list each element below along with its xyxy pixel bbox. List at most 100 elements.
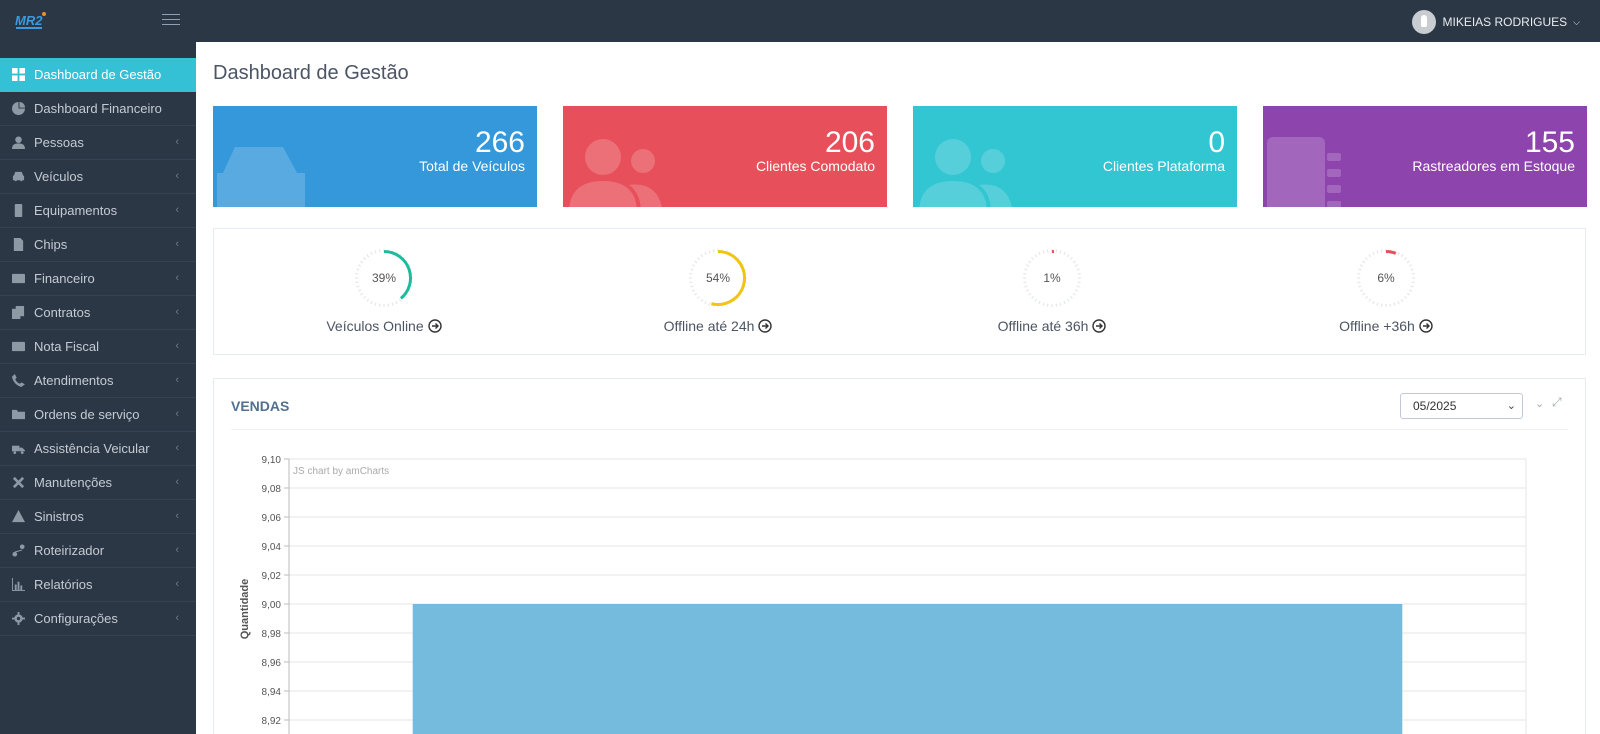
ring-tick: [1024, 268, 1028, 271]
ring-tick: [1076, 285, 1080, 288]
ring-tick: [1072, 292, 1076, 296]
ring-percent-label: 6%: [1377, 271, 1395, 285]
ring-tick: [1410, 285, 1414, 288]
card-total-veiculos[interactable]: 266 Total de Veículos: [213, 106, 537, 207]
ring-tick: [1358, 285, 1362, 288]
stat-link[interactable]: Offline até 24h: [618, 318, 818, 334]
sidebar-item-dashboard-gestao[interactable]: Dashboard de Gestão: [0, 58, 196, 92]
sidebar-item-label: Nota Fiscal: [34, 339, 100, 354]
sidebar-item-dashboard-financeiro[interactable]: Dashboard Financeiro: [0, 92, 196, 126]
ring-tick: [1406, 292, 1410, 296]
stat-veiculos-online: 39% Veículos Online: [284, 247, 484, 334]
ring-tick: [700, 298, 704, 302]
sidebar-item-relatorios[interactable]: Relatórios ‹: [0, 568, 196, 602]
progress-ring: 1%: [1023, 249, 1081, 307]
sidebar-item-label: Ordens de serviço: [34, 407, 140, 422]
ring-tick: [1038, 251, 1041, 256]
sidebar-item-atendimentos[interactable]: Atendimentos ‹: [0, 364, 196, 398]
sidebar-item-label: Pessoas: [34, 135, 84, 150]
progress-ring: 39%: [355, 249, 413, 307]
ring-tick: [1403, 257, 1407, 261]
card-label: Clientes Plataforma: [1102, 158, 1225, 174]
stat-link[interactable]: Offline até 36h: [952, 318, 1152, 334]
ring-tick: [1408, 289, 1413, 292]
ring-tick: [356, 285, 360, 288]
arrow-circle-right-icon: [1092, 319, 1107, 333]
chevron-left-icon: ‹: [175, 238, 179, 250]
stat-label: Veículos Online: [326, 318, 424, 334]
sidebar-item-manutencoes[interactable]: Manutenções ‹: [0, 466, 196, 500]
collapse-icon[interactable]: ⌄: [1535, 397, 1544, 410]
ring-tick: [374, 302, 377, 306]
phone-icon: [11, 374, 25, 388]
chevron-left-icon: ‹: [175, 612, 179, 624]
chevron-left-icon: ‹: [175, 578, 179, 590]
sidebar-item-contratos[interactable]: Contratos ‹: [0, 296, 196, 330]
stat-link[interactable]: Veículos Online: [284, 318, 484, 334]
ring-tick: [1359, 264, 1364, 267]
sidebar-item-financeiro[interactable]: Financeiro ‹: [0, 262, 196, 296]
ring-tick: [1031, 295, 1035, 299]
ring-tick: [1066, 298, 1070, 302]
card-rastreadores-estoque[interactable]: 155 Rastreadores em Estoque: [1263, 106, 1587, 207]
sidebar-item-roteirizador[interactable]: Roteirizador ‹: [0, 534, 196, 568]
stat-label: Offline até 36h: [997, 318, 1089, 334]
stat-link[interactable]: Offline +36h: [1286, 318, 1486, 334]
bar: [412, 604, 1403, 734]
sidebar-item-sinistros[interactable]: Sinistros ‹: [0, 500, 196, 534]
user-menu[interactable]: MIKEIAS RODRIGUES ⌵: [1412, 10, 1580, 34]
ring-tick: [1025, 264, 1030, 267]
sales-panel-header: VENDAS 05/2025 ⌄ ⌄ ⤢: [214, 379, 1585, 430]
chevron-left-icon: ‹: [175, 136, 179, 148]
sidebar-item-nota-fiscal[interactable]: Nota Fiscal ‹: [0, 330, 196, 364]
ring-tick: [1028, 260, 1032, 264]
chevron-left-icon: ‹: [175, 408, 179, 420]
menu-toggle-icon[interactable]: [162, 14, 180, 27]
ring-tick: [360, 292, 364, 296]
y-tick-label: 9,00: [262, 600, 282, 611]
card-clientes-comodato[interactable]: 206 Clientes Comodato: [563, 106, 887, 207]
sales-chart: 9,10 9,08 9,06 9,04 9,02 9,00 8,98 8,96 8,94 8,92…: [239, 455, 1527, 734]
sidebar-item-ordens-servico[interactable]: Ordens de serviço ‹: [0, 398, 196, 432]
users-icon: [563, 133, 663, 207]
sidebar-item-assistencia-veicular[interactable]: Assistência Veicular ‹: [0, 432, 196, 466]
card-value: 155: [1524, 126, 1575, 159]
ring-tick: [1042, 250, 1045, 254]
sidebar-item-configuracoes[interactable]: Configurações ‹: [0, 602, 196, 636]
sales-panel: VENDAS 05/2025 ⌄ ⌄ ⤢ 9,10 9,08 9,06 9,04 9,0…: [213, 378, 1586, 734]
fullscreen-icon[interactable]: ⤢: [1552, 395, 1562, 410]
card-clientes-plataforma[interactable]: 0 Clientes Plataforma: [913, 106, 1237, 207]
ring-tick: [1034, 298, 1038, 302]
sidebar-item-label: Atendimentos: [34, 373, 114, 388]
ring-tick: [1063, 300, 1066, 305]
car-icon: [11, 170, 25, 184]
document-copy-icon: [11, 306, 25, 320]
chevron-left-icon: ‹: [175, 272, 179, 284]
ring-tick: [357, 289, 362, 292]
ring-tick: [1074, 289, 1079, 292]
ring-tick: [697, 295, 701, 299]
ring-tick: [366, 254, 370, 258]
month-select[interactable]: 05/2025 ⌄: [1400, 393, 1523, 419]
card-value: 0: [1208, 126, 1225, 159]
ring-tick: [1028, 292, 1032, 296]
ring-tick: [690, 268, 694, 271]
sidebar-item-label: Manutenções: [34, 475, 113, 490]
ring-tick: [391, 302, 394, 306]
sidebar-item-equipamentos[interactable]: Equipamentos ‹: [0, 194, 196, 228]
main-content: Dashboard de Gestão 266 Total de Veículo…: [196, 42, 1600, 734]
ring-tick: [691, 289, 696, 292]
ring-tick: [694, 260, 698, 264]
sidebar-item-pessoas[interactable]: Pessoas ‹: [0, 126, 196, 160]
chevron-left-icon: ‹: [175, 510, 179, 522]
sidebar-item-veiculos[interactable]: Veículos ‹: [0, 160, 196, 194]
ring-tick: [1372, 300, 1375, 305]
ring-tick: [1397, 300, 1400, 305]
sidebar-item-chips[interactable]: Chips ‹: [0, 228, 196, 262]
sidebar-item-label: Financeiro: [34, 271, 95, 286]
sidebar-item-label: Contratos: [34, 305, 91, 320]
mr2-logo-icon[interactable]: MR2: [14, 10, 48, 32]
chevron-left-icon: ‹: [175, 442, 179, 454]
y-tick-label: 9,02: [262, 571, 282, 582]
sidebar-item-label: Sinistros: [34, 509, 84, 524]
